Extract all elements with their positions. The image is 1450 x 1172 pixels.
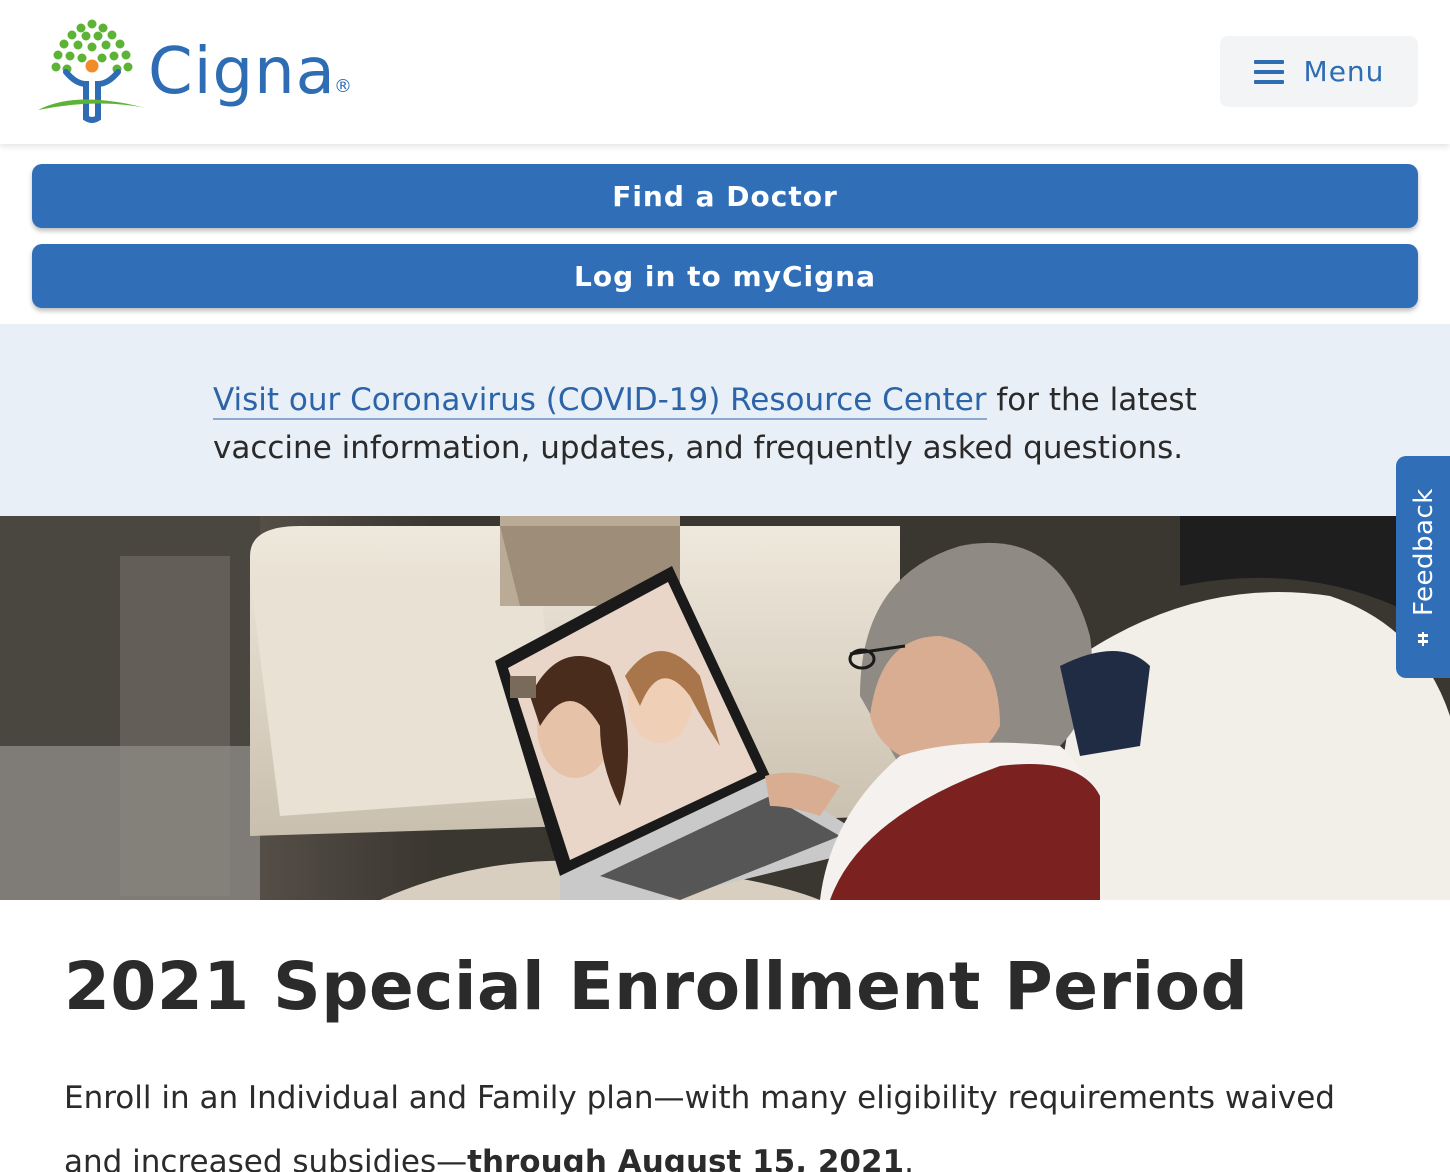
hero-photo bbox=[0, 516, 1450, 900]
site-header: Cigna ® Menu bbox=[0, 0, 1450, 144]
covid-resource-center-link[interactable]: Visit our Coronavirus (COVID-19) Resourc… bbox=[213, 382, 987, 420]
feedback-label: Feedback bbox=[1409, 488, 1439, 616]
cigna-logo[interactable]: Cigna ® bbox=[36, 18, 366, 126]
tree-of-life-icon bbox=[38, 19, 146, 123]
video-call-scene-image bbox=[0, 516, 1450, 900]
feedback-icon bbox=[1418, 632, 1428, 646]
login-mycigna-button[interactable]: Log in to myCigna bbox=[32, 244, 1418, 308]
banner-text: Visit our Coronavirus (COVID-19) Resourc… bbox=[213, 376, 1213, 472]
intro-deadline: through August 15, 2021 bbox=[467, 1144, 905, 1172]
intro-paragraph: Enroll in an Individual and Family plan—… bbox=[64, 1066, 1384, 1172]
brand-name: Cigna bbox=[148, 35, 336, 109]
find-a-doctor-button[interactable]: Find a Doctor bbox=[32, 164, 1418, 228]
menu-label: Menu bbox=[1303, 55, 1385, 88]
menu-button[interactable]: Menu bbox=[1220, 36, 1418, 107]
feedback-tab[interactable]: Feedback bbox=[1396, 456, 1450, 678]
covid-banner: Visit our Coronavirus (COVID-19) Resourc… bbox=[0, 324, 1450, 516]
hamburger-icon bbox=[1253, 59, 1284, 84]
intro-end: . bbox=[904, 1144, 914, 1172]
page-title: 2021 Special Enrollment Period bbox=[64, 948, 1249, 1025]
registered-mark: ® bbox=[334, 76, 352, 97]
